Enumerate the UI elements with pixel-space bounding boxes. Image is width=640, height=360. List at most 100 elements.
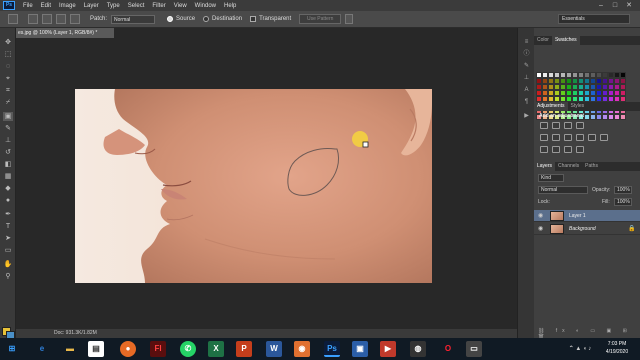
start-icon[interactable]: ⊞: [4, 341, 20, 357]
eyedropper-tool-icon[interactable]: ⌿: [3, 98, 13, 107]
hue-saturation-adjust-icon[interactable]: [552, 134, 560, 141]
type-tool-icon[interactable]: T: [3, 222, 13, 231]
close-button[interactable]: ✕: [622, 0, 636, 11]
shape-tool-icon[interactable]: ▭: [3, 246, 13, 255]
black-white-adjust-icon[interactable]: [576, 134, 584, 141]
pen-tool-icon[interactable]: ✒: [3, 210, 13, 219]
opera-icon[interactable]: O: [440, 341, 456, 357]
word-icon[interactable]: W: [266, 341, 282, 357]
menu-layer[interactable]: Layer: [84, 3, 99, 9]
blur-tool-icon[interactable]: ◆: [3, 184, 13, 193]
file-explorer-icon[interactable]: ▬: [62, 341, 78, 357]
menu-file[interactable]: File: [23, 3, 33, 9]
media-app-icon[interactable]: ◉: [294, 341, 310, 357]
subtract-selection-icon[interactable]: [56, 14, 66, 24]
quick-select-tool-icon[interactable]: ⌖: [3, 74, 13, 83]
opacity-input[interactable]: 100%: [614, 186, 632, 194]
layer-row[interactable]: ◉ Layer 1: [534, 210, 640, 222]
notes-app-icon[interactable]: ▭: [466, 341, 482, 357]
fill-input[interactable]: 100%: [614, 198, 632, 206]
source-radio[interactable]: [167, 16, 174, 22]
eye-icon[interactable]: ◉: [538, 225, 546, 233]
color-balance-adjust-icon[interactable]: [564, 134, 572, 141]
firefox-icon[interactable]: ●: [120, 341, 136, 357]
minimize-button[interactable]: –: [594, 0, 608, 11]
layer-kind-filter[interactable]: Kind: [538, 174, 564, 182]
taskbar-clock[interactable]: 7:03 PM 4/19/2020: [600, 340, 634, 356]
tab-layers[interactable]: Layers: [534, 162, 556, 171]
menu-filter[interactable]: Filter: [152, 3, 165, 9]
patch-tool-active-icon[interactable]: ▣: [3, 112, 13, 121]
zoom-tool-icon[interactable]: ⚲: [3, 272, 13, 281]
exposure-adjust-icon[interactable]: [576, 122, 584, 129]
layer-actions-bar[interactable]: ⛓ fx ◐ ▭ ▣ ⊞ 🗑: [538, 328, 636, 340]
hand-tool-icon[interactable]: ✋: [3, 260, 13, 269]
eraser-tool-icon[interactable]: ◧: [3, 160, 13, 169]
face-photo[interactable]: [75, 89, 432, 283]
lasso-tool-icon[interactable]: ◌: [3, 62, 13, 71]
maximize-button[interactable]: □: [608, 0, 622, 11]
actions-panel-icon[interactable]: ▶: [522, 112, 531, 120]
patch-tool-icon[interactable]: [8, 14, 18, 24]
eye-icon[interactable]: ◉: [538, 212, 546, 220]
tab-adjustments[interactable]: Adjustments: [534, 102, 568, 111]
brush-tool-icon[interactable]: ✎: [3, 124, 13, 133]
menu-type[interactable]: Type: [107, 3, 120, 9]
menu-view[interactable]: View: [174, 3, 187, 9]
menu-select[interactable]: Select: [128, 3, 145, 9]
camera-app-icon[interactable]: ◍: [410, 341, 426, 357]
photoshop-taskbar-icon[interactable]: Ps: [324, 341, 340, 357]
brightness-adjust-icon[interactable]: [540, 122, 548, 129]
photo-filter-adjust-icon[interactable]: [588, 134, 596, 141]
workspace-select[interactable]: Essentials: [558, 14, 630, 24]
history-panel-icon[interactable]: ≡: [522, 38, 531, 46]
intersect-selection-icon[interactable]: [70, 14, 80, 24]
media-player-icon[interactable]: ▶: [380, 341, 396, 357]
tab-swatches[interactable]: Swatches: [551, 36, 580, 45]
flash-app-icon[interactable]: Fl: [150, 341, 166, 357]
layer-row[interactable]: ◉ Background 🔒: [534, 223, 640, 235]
paragraph-panel-icon[interactable]: ¶: [522, 98, 531, 106]
edge-browser-icon[interactable]: e: [34, 341, 50, 357]
patch-mode-select[interactable]: Normal: [111, 14, 156, 24]
move-tool-icon[interactable]: ✥: [3, 38, 13, 47]
blend-mode-select[interactable]: Normal: [538, 186, 588, 194]
pattern-picker-icon[interactable]: [345, 14, 354, 24]
history-brush-tool-icon[interactable]: ↺: [3, 148, 13, 157]
excel-icon[interactable]: X: [208, 341, 224, 357]
marquee-tool-icon[interactable]: ⬚: [3, 50, 13, 59]
channel-mixer-adjust-icon[interactable]: [600, 134, 608, 141]
tab-channels[interactable]: Channels: [555, 162, 582, 171]
menu-edit[interactable]: Edit: [41, 3, 51, 9]
whatsapp-icon[interactable]: ✆: [180, 341, 196, 357]
brushes-panel-icon[interactable]: ✎: [522, 62, 531, 70]
threshold-adjust-icon[interactable]: [564, 146, 572, 153]
invert-adjust-icon[interactable]: [540, 146, 548, 153]
tab-paths[interactable]: Paths: [582, 162, 601, 171]
character-panel-icon[interactable]: A: [522, 86, 531, 94]
menu-image[interactable]: Image: [59, 3, 76, 9]
transparent-checkbox[interactable]: [250, 16, 257, 22]
powerpoint-icon[interactable]: P: [236, 341, 252, 357]
use-pattern-button[interactable]: Use Pattern: [299, 14, 342, 24]
gradient-map-adjust-icon[interactable]: [576, 146, 584, 153]
tab-color[interactable]: Color: [534, 36, 552, 45]
image-viewer-icon[interactable]: ▣: [352, 341, 368, 357]
menu-window[interactable]: Window: [195, 3, 216, 9]
swatch-cell[interactable]: [620, 114, 626, 120]
tab-styles[interactable]: Styles: [568, 102, 588, 111]
new-selection-icon[interactable]: [28, 14, 38, 24]
system-tray-icons[interactable]: ⌃ ▲ ◖ ♪: [560, 343, 600, 355]
dodge-tool-icon[interactable]: ●: [3, 196, 13, 205]
menu-help[interactable]: Help: [224, 3, 236, 9]
clone-source-panel-icon[interactable]: ⊥: [522, 74, 531, 82]
paint-app-icon[interactable]: ▤: [88, 341, 104, 357]
posterize-adjust-icon[interactable]: [552, 146, 560, 153]
vibrance-adjust-icon[interactable]: [540, 134, 548, 141]
path-select-tool-icon[interactable]: ➤: [3, 234, 13, 243]
document-tab[interactable]: es.jpg @ 100% (Layer 1, RGB/8#) *: [16, 28, 114, 38]
add-selection-icon[interactable]: [42, 14, 52, 24]
gradient-tool-icon[interactable]: ▦: [3, 172, 13, 181]
levels-adjust-icon[interactable]: [552, 122, 560, 129]
clone-stamp-tool-icon[interactable]: ⊥: [3, 136, 13, 145]
